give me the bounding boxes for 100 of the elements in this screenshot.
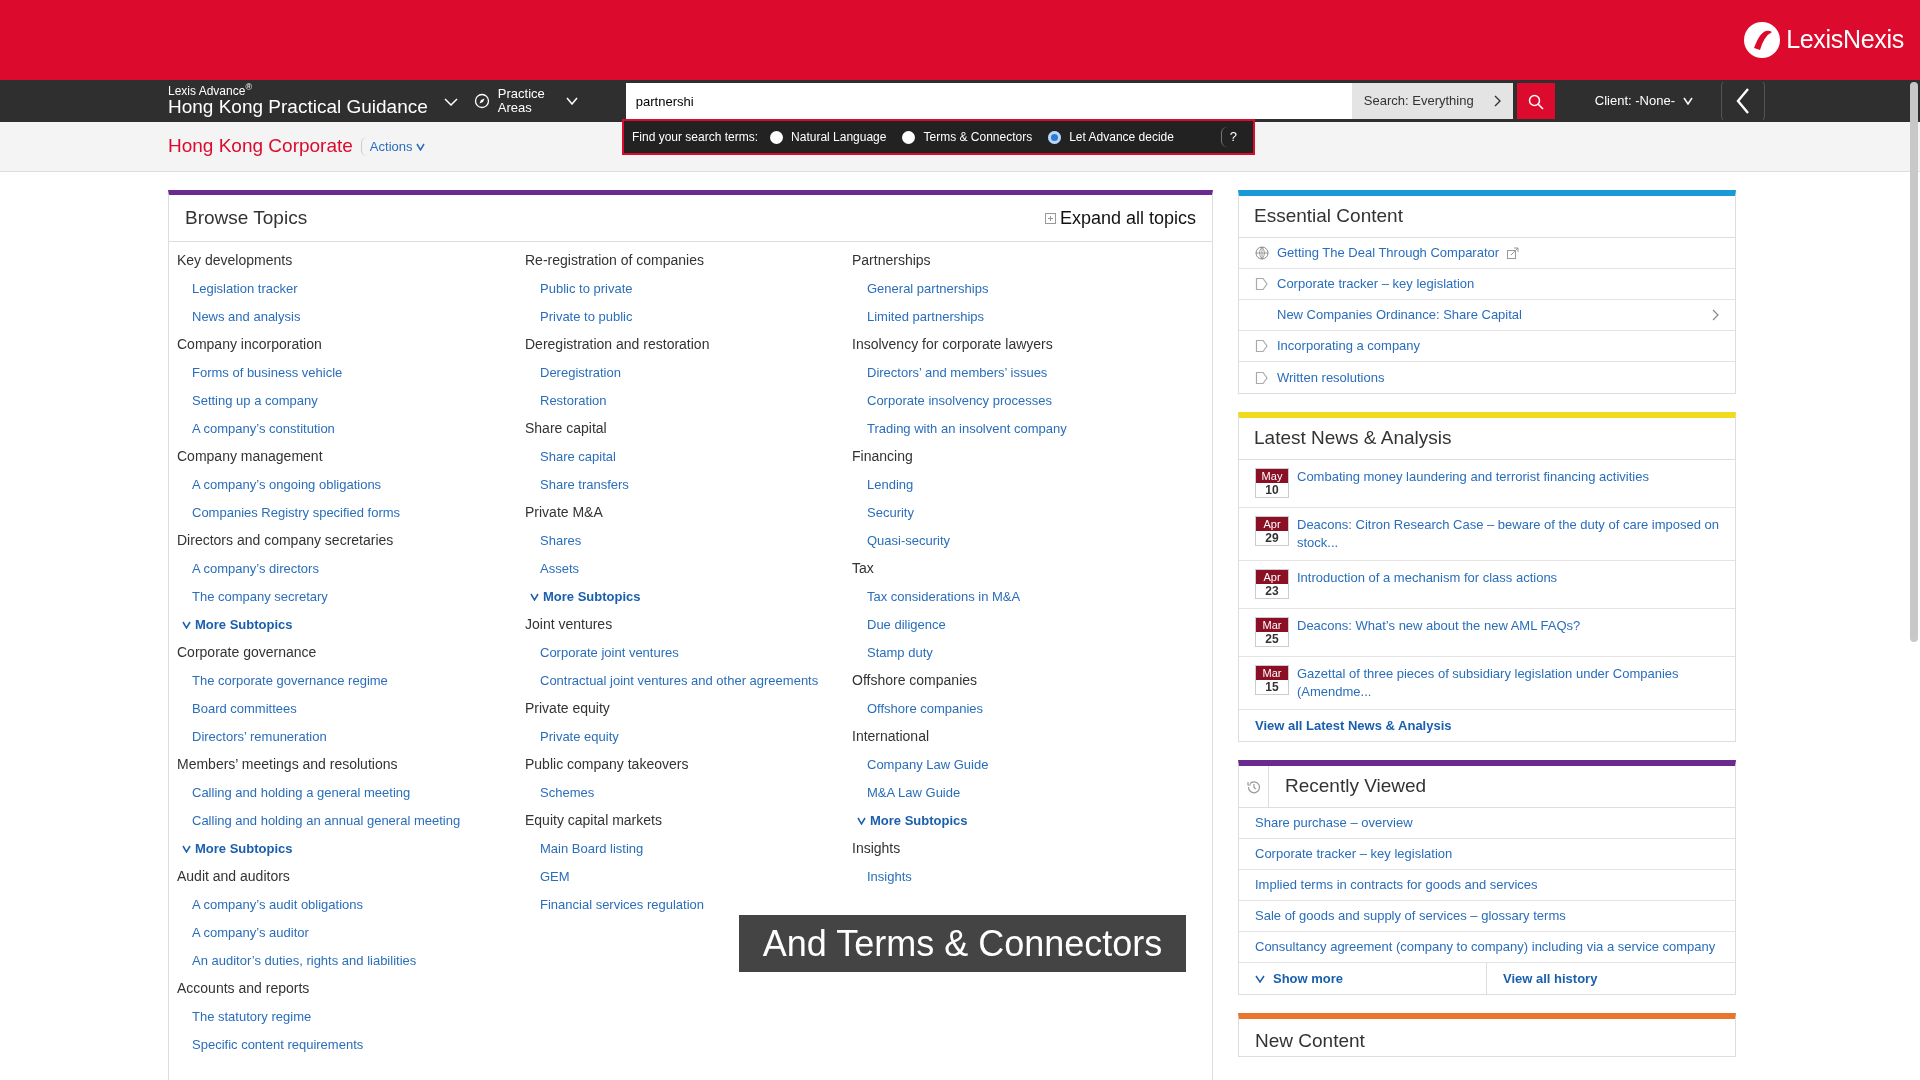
radio-button[interactable] [1048,130,1062,144]
topic-link[interactable]: Companies Registry specified forms [177,505,401,520]
topic-link[interactable]: Assets [525,561,579,576]
news-link[interactable]: Deacons: Citron Research Case – beware of the duty of care imposed on stock... [1297,516,1719,552]
topic-link[interactable]: News and analysis [177,309,301,324]
search-scope-button[interactable]: Search: Everything [1351,83,1513,119]
topic-link[interactable]: Deregistration [525,365,621,380]
topic-link[interactable]: The company secretary [177,589,328,604]
news-link[interactable]: Deacons: What’s new about the new AML FAQs? [1297,617,1581,635]
topic-link[interactable]: Quasi-security [852,533,951,548]
topic-link[interactable]: Financial services regulation [525,897,705,912]
topic-heading: Private M&A [525,504,603,520]
topic-link[interactable]: Private to public [525,309,633,324]
history-icon [1246,779,1261,794]
topic-link[interactable]: A company’s audit obligations [177,897,364,912]
topic-link[interactable]: The corporate governance regime [177,673,388,688]
topic-link[interactable]: Company Law Guide [852,757,989,772]
topic-link[interactable]: Stamp duty [852,645,933,660]
essential-link[interactable]: New Companies Ordinance: Share Capital [1277,305,1522,325]
topic-link[interactable]: Calling and holding an annual general meeting [177,813,461,828]
view-all-history-link[interactable]: View all history [1487,963,1735,994]
more-subtopics-link[interactable]: More Subtopics [177,835,293,863]
client-dropdown[interactable]: Client: -None- [1582,85,1706,117]
topic-link[interactable]: Calling and holding a general meeting [177,785,411,800]
recent-link[interactable]: Sale of goods and supply of services – glossary terms [1255,907,1566,925]
topic-link[interactable]: An auditor’s duties, rights and liabilities [177,953,417,968]
topic-link[interactable]: Share capital [525,449,616,464]
card-title: Recently Viewed [1285,774,1427,799]
topic-heading: Key developments [177,252,293,268]
topic-link[interactable]: Trading with an insolvent company [852,421,1067,436]
topic-link[interactable]: Corporate joint ventures [525,645,679,660]
expand-all-button[interactable]: Expand all topics [1044,204,1196,232]
topic-link[interactable]: Restoration [525,393,607,408]
topic-link[interactable]: Insights [852,869,912,884]
practice-areas-button[interactable]: Practice Areas [473,86,578,116]
news-link[interactable]: Gazettal of three pieces of subsidiary legislation under Companies (Amendme... [1297,665,1719,701]
card-title: New Content [1255,1030,1365,1051]
topic-link[interactable]: Contractual joint ventures and other agreements [525,673,819,688]
search-field[interactable]: partnershi [625,83,1352,119]
actions-dropdown[interactable]: Actions [360,136,434,157]
topic-link[interactable]: Directors’ and members’ issues [852,365,1048,380]
topic-link[interactable]: Board committees [177,701,297,716]
scrollbar[interactable] [1910,82,1918,642]
topic-heading: Company incorporation [177,336,322,352]
radio-button[interactable] [902,130,916,144]
topic-link[interactable]: Tax considerations in M&A [852,589,1021,604]
topic-link[interactable]: Forms of business vehicle [177,365,343,380]
topic-link[interactable]: Share transfers [525,477,629,492]
radio-option[interactable]: Terms & Connectors [902,128,1033,146]
radio-option[interactable]: Natural Language [770,128,887,146]
card-title: Essential Content [1254,204,1403,229]
topic-link[interactable]: Schemes [525,785,595,800]
radio-button[interactable] [770,130,784,144]
topic-link[interactable]: The statutory regime [177,1009,312,1024]
topic-link[interactable]: Corporate insolvency processes [852,393,1052,408]
topic-link[interactable]: Due diligence [852,617,946,632]
topic-heading: Company management [177,448,323,464]
topic-link[interactable]: Legislation tracker [177,281,298,296]
recent-link[interactable]: Share purchase – overview [1255,814,1413,832]
news-link[interactable]: Combating money laundering and terrorist financing activities [1297,468,1649,486]
topic-link[interactable]: Limited partnerships [852,309,985,324]
essential-link[interactable]: Getting The Deal Through Comparator [1277,243,1500,263]
topic-link[interactable]: Shares [525,533,582,548]
topic-link[interactable]: Lending [852,477,914,492]
topic-link[interactable]: Private equity [525,729,619,744]
topic-link[interactable]: A company’s constitution [177,421,335,436]
show-more-link[interactable]: Show more [1239,963,1487,994]
topic-link[interactable]: A company’s auditor [177,925,309,940]
topic-link[interactable]: A company’s ongoing obligations [177,477,382,492]
more-subtopics-link[interactable]: More Subtopics [177,611,293,639]
topic-heading: Corporate governance [177,644,317,660]
essential-link[interactable]: Corporate tracker – key legislation [1277,274,1475,294]
topic-link[interactable]: Setting up a company [177,393,318,408]
more-subtopics-link[interactable]: More Subtopics [525,583,641,611]
chevron-down-icon [1255,974,1265,983]
product-line: Lexis Advance$^{®}$ [168,84,254,97]
recent-link[interactable]: Implied terms in contracts for goods and services [1255,876,1538,894]
more-subtopics-link[interactable]: More Subtopics [852,807,968,835]
topic-link[interactable]: Specific content requirements [177,1037,364,1052]
topic-heading: Accounts and reports [177,980,310,996]
chevron-left-icon [1736,88,1751,114]
view-all-news-link[interactable]: View all Latest News & Analysis [1255,715,1452,736]
radio-option[interactable]: Let Advance decide [1048,128,1174,146]
essential-link[interactable]: Written resolutions [1277,367,1385,388]
topic-heading: Equity capital markets [525,812,662,828]
recent-link[interactable]: Corporate tracker – key legislation [1255,845,1453,863]
topic-link[interactable]: A company’s directors [177,561,319,576]
topic-link[interactable]: Security [852,505,914,520]
essential-link[interactable]: Incorporating a company [1277,336,1421,356]
topic-link[interactable]: Main Board listing [525,841,644,856]
topic-link[interactable]: Offshore companies [852,701,984,716]
topic-link[interactable]: Directors’ remuneration [177,729,327,744]
topic-link[interactable]: M&A Law Guide [852,785,961,800]
help-button[interactable]: ? [1220,127,1245,147]
news-link[interactable]: Introduction of a mechanism for class actions [1297,569,1558,587]
recent-link[interactable]: Consultancy agreement (company to company) including via a service company [1255,938,1716,956]
search-button[interactable] [1516,83,1555,119]
topic-link[interactable]: Public to private [525,281,633,296]
topic-link[interactable]: GEM [525,869,570,884]
topic-link[interactable]: General partnerships [852,281,989,296]
